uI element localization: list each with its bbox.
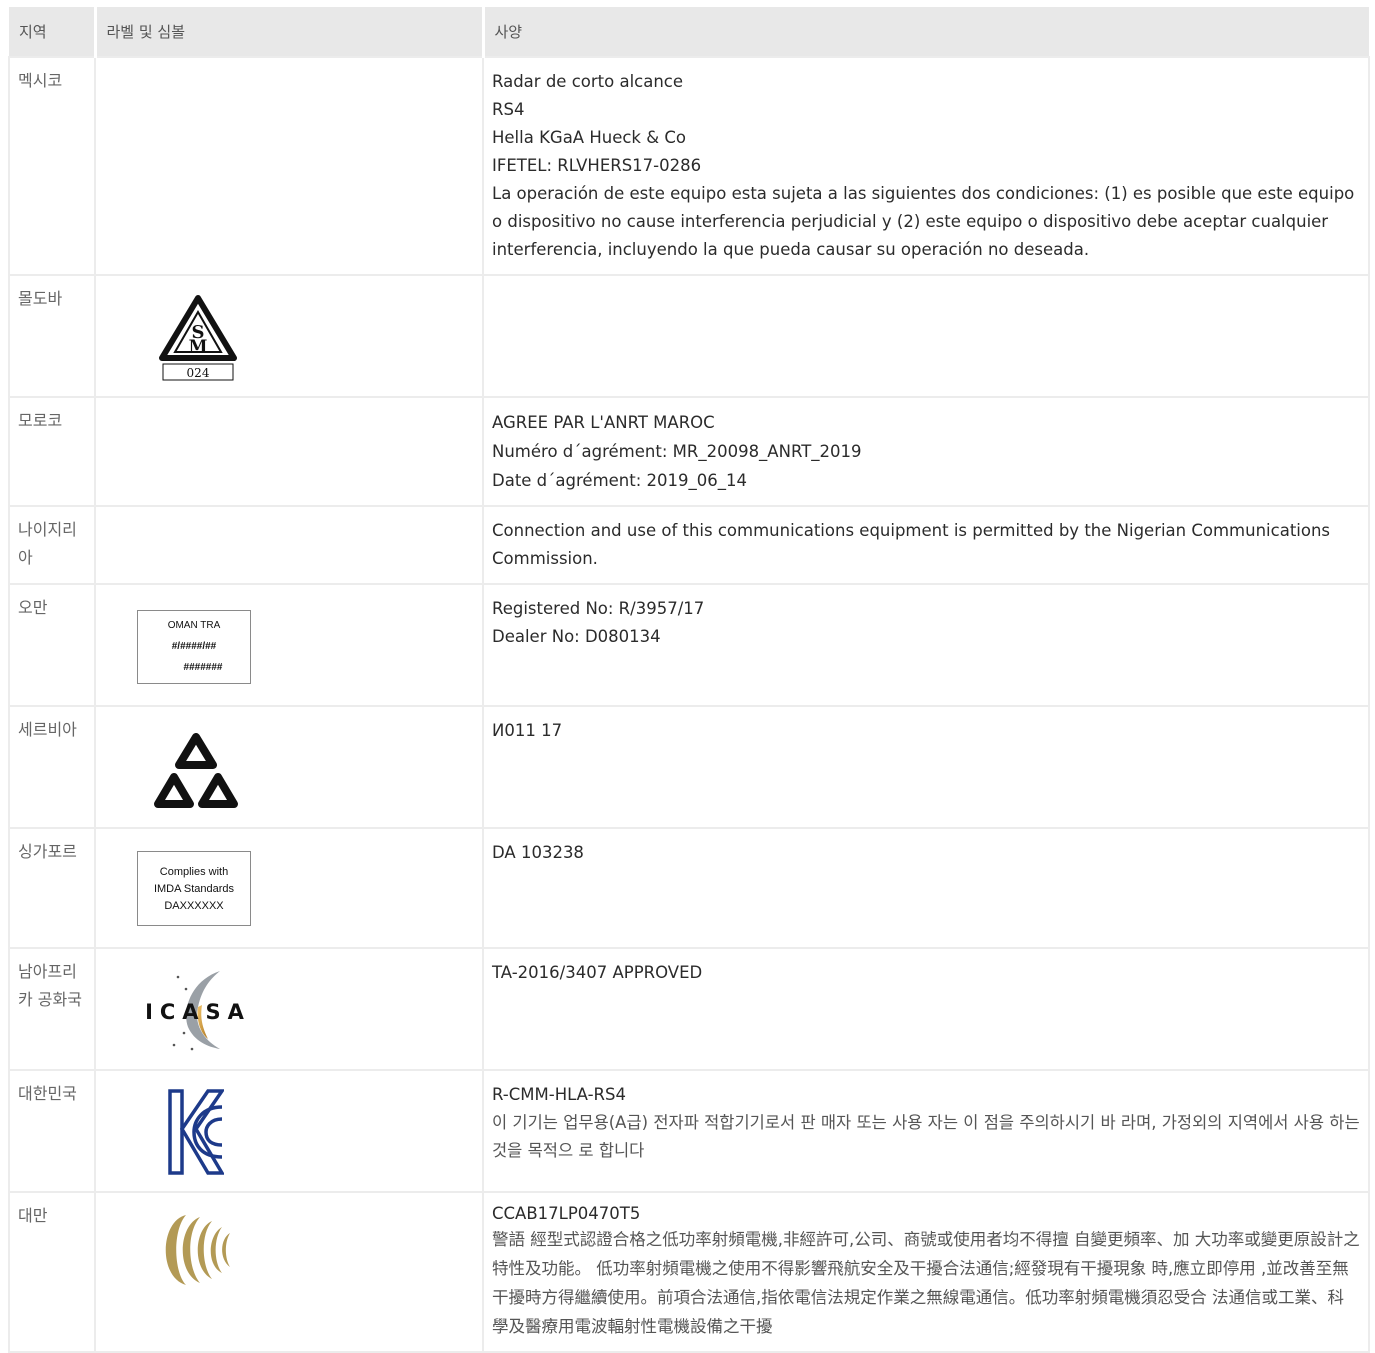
spec-line: Connection and use of this communication… xyxy=(492,521,1331,568)
spec-cell: AGREE PAR L'ANRT MAROC Numéro d´agrément… xyxy=(482,396,1370,507)
spec-line: Radar de corto alcance xyxy=(492,72,684,91)
spec-line: Date d´agrément: 2019_06_14 xyxy=(492,471,748,490)
spec-cell: И011 17 xyxy=(482,705,1370,829)
ncc-mark-icon xyxy=(165,1215,230,1285)
oman-label-line: OMAN TRA xyxy=(167,620,221,631)
spec-cell: R-CMM-HLA-RS4 이 기기는 업무용(A급) 전자파 적합기기로서 판… xyxy=(482,1069,1370,1193)
imda-label: Complies with IMDA Standards DAXXXXXX xyxy=(137,851,251,926)
table-row: 싱가포르 Complies with IMDA Standards DAXXXX… xyxy=(8,827,1370,949)
spec-line: AGREE PAR L'ANRT MAROC xyxy=(492,413,715,432)
spec-line: 이 기기는 업무용(A급) 전자파 적합기기로서 판 매자 또는 사용 자는 이… xyxy=(492,1113,1360,1160)
label-cell xyxy=(94,1191,484,1353)
kc-mark-icon xyxy=(168,1089,224,1175)
header-label: 라벨 및 심볼 xyxy=(95,7,485,57)
label-cell: Complies with IMDA Standards DAXXXXXX xyxy=(94,827,484,949)
spec-cell: Radar de corto alcance RS4 Hella KGaA Hu… xyxy=(482,56,1370,276)
spec-line: RS4 xyxy=(492,100,525,119)
header-spec: 사양 xyxy=(483,7,1369,57)
imda-label-line: Complies with xyxy=(159,866,229,878)
label-cell xyxy=(94,505,484,585)
table-row: 멕시코 Radar de corto alcance RS4 Hella KGa… xyxy=(8,56,1370,276)
spec-cell: TA-2016/3407 APPROVED xyxy=(482,947,1370,1071)
spec-cell xyxy=(482,274,1370,398)
region-cell: 세르비아 xyxy=(8,705,96,829)
region-cell: 멕시코 xyxy=(8,56,96,276)
label-cell: S M 024 xyxy=(94,274,484,398)
compliance-table-wrapper: 지역 라벨 및 심볼 사양 멕시코 Radar de corto alcance… xyxy=(8,7,1370,1353)
spec-line: La operación de este equipo esta sujeta … xyxy=(492,184,1355,259)
spec-line: Hella KGaA Hueck & Co xyxy=(492,128,686,147)
label-cell xyxy=(94,705,484,829)
serbia-triangles-mark-icon xyxy=(154,733,238,808)
region-cell: 대한민국 xyxy=(8,1069,96,1193)
imda-label-line: DAXXXXXX xyxy=(164,900,224,912)
table-row: 몰도바 S M 024 xyxy=(8,274,1370,398)
table-row: 세르비아 И011 17 xyxy=(8,705,1370,829)
oman-label-line: ####### xyxy=(183,662,223,673)
table-row: 대한민국 R-CMM-HLA-RS4 이 기기는 업무용(A급) 전자파 적합기… xyxy=(8,1069,1370,1193)
region-cell: 대만 xyxy=(8,1191,96,1353)
table-header-row: 지역 라벨 및 심볼 사양 xyxy=(9,7,1369,57)
region-cell: 오만 xyxy=(8,583,96,707)
table-row: 모로코 AGREE PAR L'ANRT MAROC Numéro d´agré… xyxy=(8,396,1370,507)
icasa-wordmark: ICASA xyxy=(145,1000,251,1024)
region-cell: 싱가포르 xyxy=(8,827,96,949)
spec-cell: CCAB17LP0470T5 警語 經型式認證合格之低功率射頻電機,非經許可,公… xyxy=(482,1191,1370,1353)
region-cell: 몰도바 xyxy=(8,274,96,398)
moldova-mark-number: 024 xyxy=(187,366,210,380)
table-row: 나이지리아 Connection and use of this communi… xyxy=(8,505,1370,585)
label-cell xyxy=(94,396,484,507)
header-region: 지역 xyxy=(9,7,97,57)
spec-line: TA-2016/3407 APPROVED xyxy=(492,963,703,982)
spec-line: Dealer No: D080134 xyxy=(492,627,661,646)
table-row: 대만 CCAB17LP0470T5 警語 經型式認證合格之低功率射頻電機,非經許… xyxy=(8,1191,1370,1353)
table-row: 오만 OMAN TRA #/####/## ####### Registered… xyxy=(8,583,1370,707)
moldova-sm-mark-icon: S M 024 xyxy=(159,295,237,381)
spec-line: IFETEL: RLVHERS17-0286 xyxy=(492,156,702,175)
spec-cell: Connection and use of this communication… xyxy=(482,505,1370,585)
svg-text:M: M xyxy=(189,337,208,357)
label-cell xyxy=(94,56,484,276)
region-cell: 모로코 xyxy=(8,396,96,507)
spec-line: Registered No: R/3957/17 xyxy=(492,599,705,618)
spec-line: Numéro d´agrément: MR_20098_ANRT_2019 xyxy=(492,442,862,461)
label-cell: OMAN TRA #/####/## ####### xyxy=(94,583,484,707)
spec-cell: DA 103238 xyxy=(482,827,1370,949)
icasa-logo-icon: ICASA xyxy=(145,971,251,1051)
spec-line: CCAB17LP0470T5 xyxy=(492,1204,641,1223)
spec-line: DA 103238 xyxy=(492,843,584,862)
oman-label-line: #/####/## xyxy=(171,641,217,652)
spec-cell: Registered No: R/3957/17 Dealer No: D080… xyxy=(482,583,1370,707)
label-cell xyxy=(94,1069,484,1193)
compliance-table: 지역 라벨 및 심볼 사양 멕시코 Radar de corto alcance… xyxy=(8,7,1370,1353)
label-cell: ICASA xyxy=(94,947,484,1071)
region-cell: 남아프리카 공화국 xyxy=(8,947,96,1071)
table-row: 남아프리카 공화국 ICASA TA-2016/3407 APPROVED xyxy=(8,947,1370,1071)
oman-tra-label: OMAN TRA #/####/## ####### xyxy=(137,610,251,684)
spec-line: 警語 經型式認證合格之低功率射頻電機,非經許可,公司、商號或使用者均不得擅 自變… xyxy=(492,1230,1360,1336)
imda-label-line: IMDA Standards xyxy=(153,883,235,895)
region-cell: 나이지리아 xyxy=(8,505,96,585)
spec-line: R-CMM-HLA-RS4 xyxy=(492,1085,626,1104)
spec-line: И011 17 xyxy=(492,721,563,740)
